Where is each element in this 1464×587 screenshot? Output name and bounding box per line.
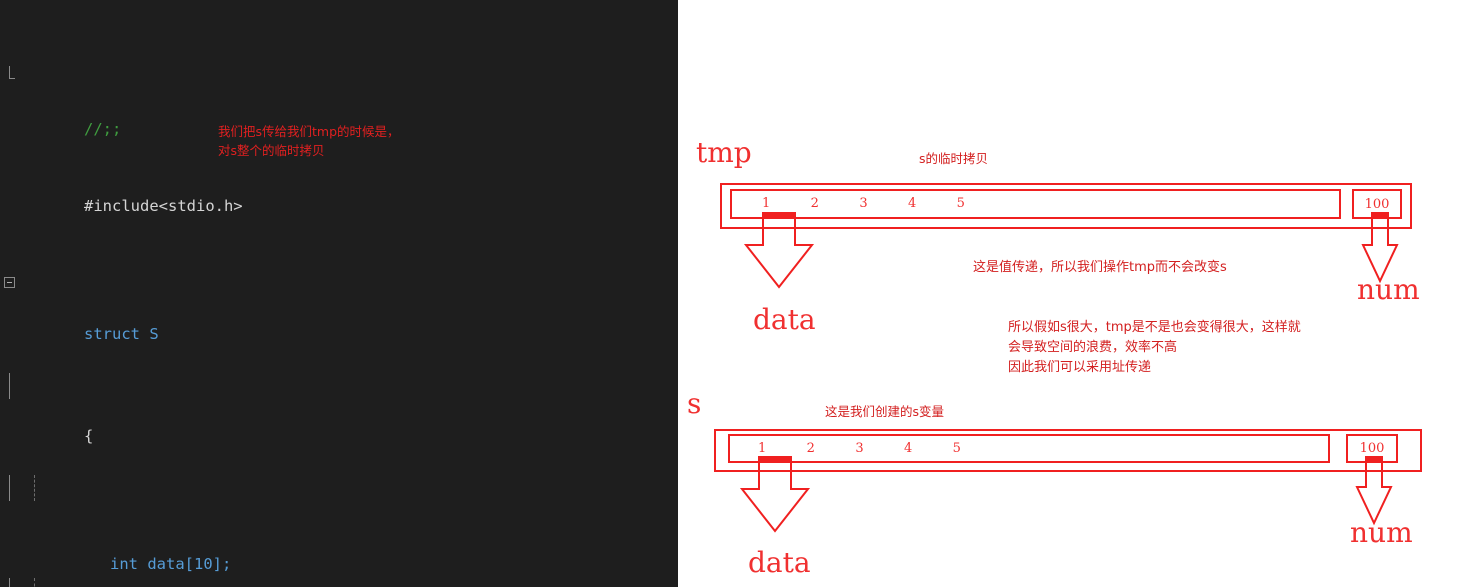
tmp-array-values: 1 2 3 4 5 bbox=[762, 196, 972, 211]
fold-guide bbox=[9, 577, 10, 587]
fold-guide bbox=[9, 475, 10, 501]
fold-toggle-icon[interactable] bbox=[4, 276, 15, 288]
s-data-arrow-icon bbox=[739, 456, 811, 533]
indent-guide bbox=[34, 475, 35, 501]
tmp-variable-label: tmp bbox=[696, 136, 752, 169]
diagram-panel: tmp s的临时拷贝 1 2 3 4 5 100 data num 这是值传递，… bbox=[678, 0, 1464, 587]
fold-guide bbox=[9, 372, 10, 399]
code-editor-panel[interactable]: //;; #include<stdio.h> struct S { int da… bbox=[0, 0, 678, 587]
s-array-values: 1 2 3 4 5 bbox=[758, 441, 968, 456]
s-caption: 这是我们创建的s变量 bbox=[825, 404, 945, 419]
code-line-text: { bbox=[84, 427, 94, 446]
tmp-data-arrow-icon bbox=[743, 212, 815, 289]
note-waste-line-3: 因此我们可以采用址传递 bbox=[1008, 360, 1152, 375]
tmp-data-pointer-label: data bbox=[753, 303, 816, 336]
note-value-pass: 这是值传递，所以我们操作tmp而不会改变s bbox=[973, 260, 1227, 275]
note-waste-line-2: 会导致空间的浪费，效率不高 bbox=[1008, 340, 1178, 355]
code-line[interactable]: int num; bbox=[0, 577, 678, 587]
tmp-num-pointer-label: num bbox=[1357, 273, 1420, 306]
editor-annotation-line-1: 我们把s传给我们tmp的时候是， bbox=[218, 124, 400, 139]
code-line[interactable]: //;; bbox=[0, 65, 678, 138]
fold-end-marker[interactable] bbox=[9, 65, 15, 79]
s-num-pointer-label: num bbox=[1350, 516, 1413, 549]
code-line[interactable]: int data[10]; bbox=[0, 475, 678, 573]
s-variable-label: s bbox=[687, 387, 702, 420]
code-line-text: struct S bbox=[84, 324, 159, 343]
code-lines: //;; #include<stdio.h> struct S { int da… bbox=[0, 0, 678, 587]
code-line-text: //;; bbox=[84, 119, 122, 138]
code-line[interactable]: { bbox=[0, 372, 678, 445]
code-line-text: #include<stdio.h> bbox=[84, 196, 243, 215]
code-line-text: int data[10]; bbox=[110, 555, 232, 574]
code-line[interactable]: struct S bbox=[0, 271, 678, 343]
editor-annotation-line-2: 对s整个的临时拷贝 bbox=[218, 143, 325, 158]
tmp-caption: s的临时拷贝 bbox=[919, 151, 989, 166]
note-waste-line-1: 所以假如s很大，tmp是不是也会变得很大，这样就 bbox=[1008, 320, 1301, 335]
s-data-pointer-label: data bbox=[748, 546, 811, 579]
indent-guide bbox=[34, 577, 35, 587]
code-line[interactable]: #include<stdio.h> bbox=[0, 168, 678, 215]
